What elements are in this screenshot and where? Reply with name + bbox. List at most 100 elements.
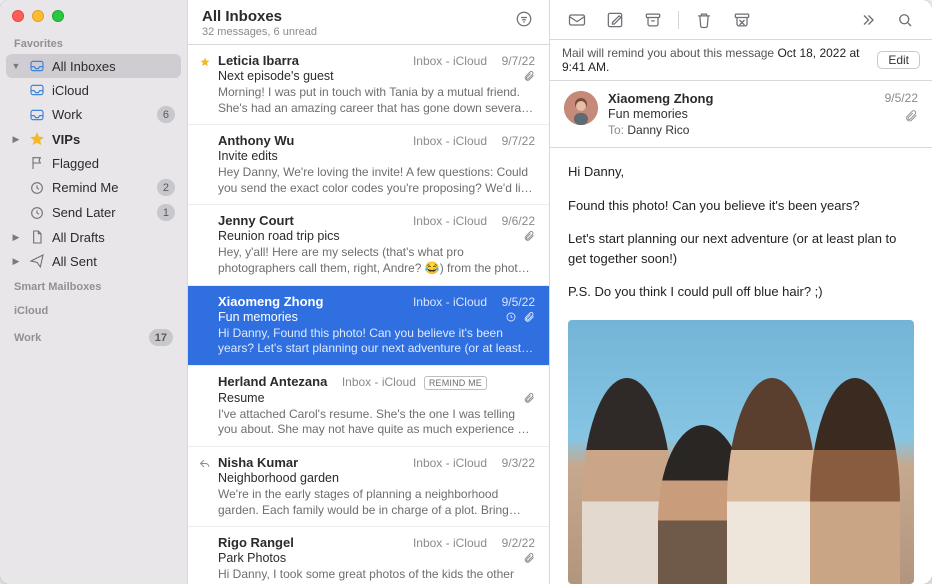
star-icon: [28, 131, 46, 147]
message-from: Rigo Rangel: [218, 535, 405, 550]
sidebar-section-smart: Smart Mailboxes: [0, 273, 187, 297]
message-body[interactable]: Hi Danny, Found this photo! Can you beli…: [550, 148, 932, 584]
reader-toolbar: [550, 0, 932, 40]
attachment-icon: [523, 311, 535, 323]
message-subject: Fun memories: [218, 310, 497, 324]
message-from[interactable]: Xiaomeng Zhong: [608, 91, 875, 106]
sidebar-item-label: iCloud: [52, 83, 175, 98]
disclosure-triangle-icon[interactable]: ▶: [10, 232, 22, 243]
sidebar-section-icloud[interactable]: iCloud: [0, 297, 187, 321]
sidebar-item-vips[interactable]: ▶VIPs: [6, 127, 181, 151]
close-window-button[interactable]: [12, 10, 24, 22]
minimize-window-button[interactable]: [32, 10, 44, 22]
message-preview: Hey, y'all! Here are my selects (that's …: [218, 245, 535, 276]
message-subject: Neighborhood garden: [218, 471, 527, 485]
message-to-label: To:: [608, 123, 624, 137]
doc-icon: [28, 229, 46, 245]
sidebar-item-work[interactable]: Work6: [6, 102, 181, 127]
message-preview: Hi Danny, I took some great photos of th…: [218, 567, 535, 584]
message-from: Herland Antezana: [218, 374, 334, 389]
disclosure-triangle-icon[interactable]: ▶: [10, 134, 22, 145]
mailbox-title: All Inboxes: [202, 8, 317, 25]
message-mailbox: Inbox - iCloud: [413, 54, 487, 68]
archive-button[interactable]: [636, 6, 670, 34]
message-row[interactable]: Jenny CourtInbox - iCloud9/6/22Reunion r…: [188, 205, 549, 285]
sidebar-item-label: All Drafts: [52, 230, 175, 245]
remind-text-prefix: Mail will remind you about this message: [562, 46, 777, 60]
window-controls: [0, 0, 187, 30]
reading-pane: Mail will remind you about this message …: [550, 0, 932, 584]
flag-icon: [28, 155, 46, 171]
sidebar-section-favorites: Favorites: [0, 30, 187, 54]
sidebar-item-label: Flagged: [52, 156, 175, 171]
message-subject: Reunion road trip pics: [218, 229, 515, 243]
message-date: 9/3/22: [495, 456, 535, 470]
message-preview: I've attached Carol's resume. She's the …: [218, 407, 535, 438]
mail-window: Favorites ▼All InboxesiCloudWork6▶VIPsFl…: [0, 0, 932, 584]
attachment-icon: [523, 392, 535, 404]
toolbar-mail-icon[interactable]: [560, 6, 594, 34]
message-subject: Fun memories: [608, 107, 875, 121]
compose-button[interactable]: [598, 6, 632, 34]
sidebar-item-remind[interactable]: Remind Me2: [6, 175, 181, 200]
message-row[interactable]: Herland AntezanaInbox - iCloudREMIND MER…: [188, 366, 549, 447]
message-row[interactable]: Rigo RangelInbox - iCloud9/2/22Park Phot…: [188, 527, 549, 584]
message-row[interactable]: Leticia IbarraInbox - iCloud9/7/22Next e…: [188, 45, 549, 125]
sidebar-section-work[interactable]: Work 17: [0, 321, 187, 350]
sidebar-item-flagged[interactable]: Flagged: [6, 151, 181, 175]
sidebar-item-drafts[interactable]: ▶ All Drafts: [6, 225, 181, 249]
message-mailbox: Inbox - iCloud: [413, 536, 487, 550]
message-row[interactable]: Xiaomeng Zhong Inbox - iCloud 9/5/22Fun me…: [188, 286, 549, 366]
attachment-icon: [523, 230, 535, 242]
message-row[interactable]: Nisha KumarInbox - iCloud9/3/22Neighborh…: [188, 447, 549, 527]
message-subject: Invite edits: [218, 149, 527, 163]
attachment-icon[interactable]: [904, 109, 918, 123]
message-from: Jenny Court: [218, 213, 405, 228]
message-to-name[interactable]: Danny Rico: [627, 123, 689, 137]
remind-me-banner: Mail will remind you about this message …: [550, 40, 932, 81]
tray-icon: [28, 58, 46, 74]
attachment-icon: [523, 552, 535, 564]
inline-image-attachment[interactable]: [568, 320, 914, 584]
mailbox-subtitle: 32 messages, 6 unread: [202, 26, 317, 38]
sidebar-item-label: Work: [52, 107, 151, 122]
sidebar-item-label: Send Later: [52, 205, 151, 220]
message-mailbox: Inbox - iCloud: [413, 295, 487, 309]
message-mailbox: Inbox - iCloud: [413, 134, 487, 148]
zoom-window-button[interactable]: [52, 10, 64, 22]
sidebar-item-icloud[interactable]: iCloud: [6, 78, 181, 102]
message-preview: Hi Danny, Found this photo! Can you beli…: [218, 326, 535, 357]
message-date: 9/5/22: [885, 91, 918, 105]
message-from: Xiaomeng Zhong: [218, 294, 405, 309]
sidebar-section-work-label: Work: [14, 332, 141, 344]
remind-edit-button[interactable]: Edit: [877, 51, 920, 69]
message-preview: We're in the early stages of planning a …: [218, 487, 535, 518]
sidebar-item-sent[interactable]: ▶ All Sent: [6, 249, 181, 273]
sidebar-item-send-later[interactable]: Send Later 1: [6, 200, 181, 225]
delete-button[interactable]: [687, 6, 721, 34]
message-list-header: All Inboxes 32 messages, 6 unread: [188, 0, 549, 45]
more-toolbar-button[interactable]: [850, 6, 884, 34]
toolbar-separator: [678, 11, 679, 29]
body-line: Let's start planning our next adventure …: [568, 229, 914, 268]
star-indicator-icon: [198, 55, 212, 69]
disclosure-triangle-icon[interactable]: ▶: [10, 256, 22, 267]
message-date: 9/6/22: [495, 214, 535, 228]
paperplane-icon: [28, 253, 46, 269]
filter-button[interactable]: [513, 8, 535, 30]
sidebar-item-label: All Sent: [52, 254, 175, 269]
search-button[interactable]: [888, 6, 922, 34]
message-list[interactable]: Leticia IbarraInbox - iCloud9/7/22Next e…: [188, 45, 549, 584]
junk-button[interactable]: [725, 6, 759, 34]
sidebar-item-count-badge: 2: [157, 179, 175, 196]
sidebar-item-count-badge: 1: [157, 204, 175, 221]
message-from: Nisha Kumar: [218, 455, 405, 470]
reply-indicator-icon: [198, 457, 212, 471]
disclosure-triangle-icon[interactable]: ▼: [10, 61, 22, 71]
message-date: 9/5/22: [495, 295, 535, 309]
message-row[interactable]: Anthony WuInbox - iCloud9/7/22Invite edi…: [188, 125, 549, 205]
tray-icon: [28, 82, 46, 98]
message-date: 9/7/22: [495, 54, 535, 68]
sender-avatar[interactable]: [564, 91, 598, 125]
sidebar-item-all-inboxes[interactable]: ▼All Inboxes: [6, 54, 181, 78]
